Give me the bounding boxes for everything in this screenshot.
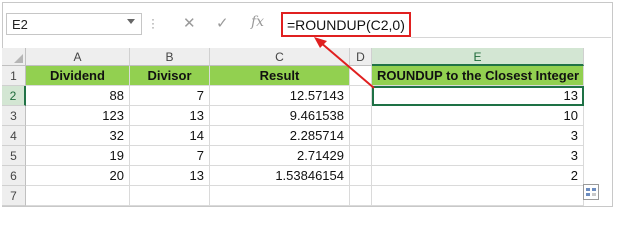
annotation-arrow (314, 37, 375, 89)
